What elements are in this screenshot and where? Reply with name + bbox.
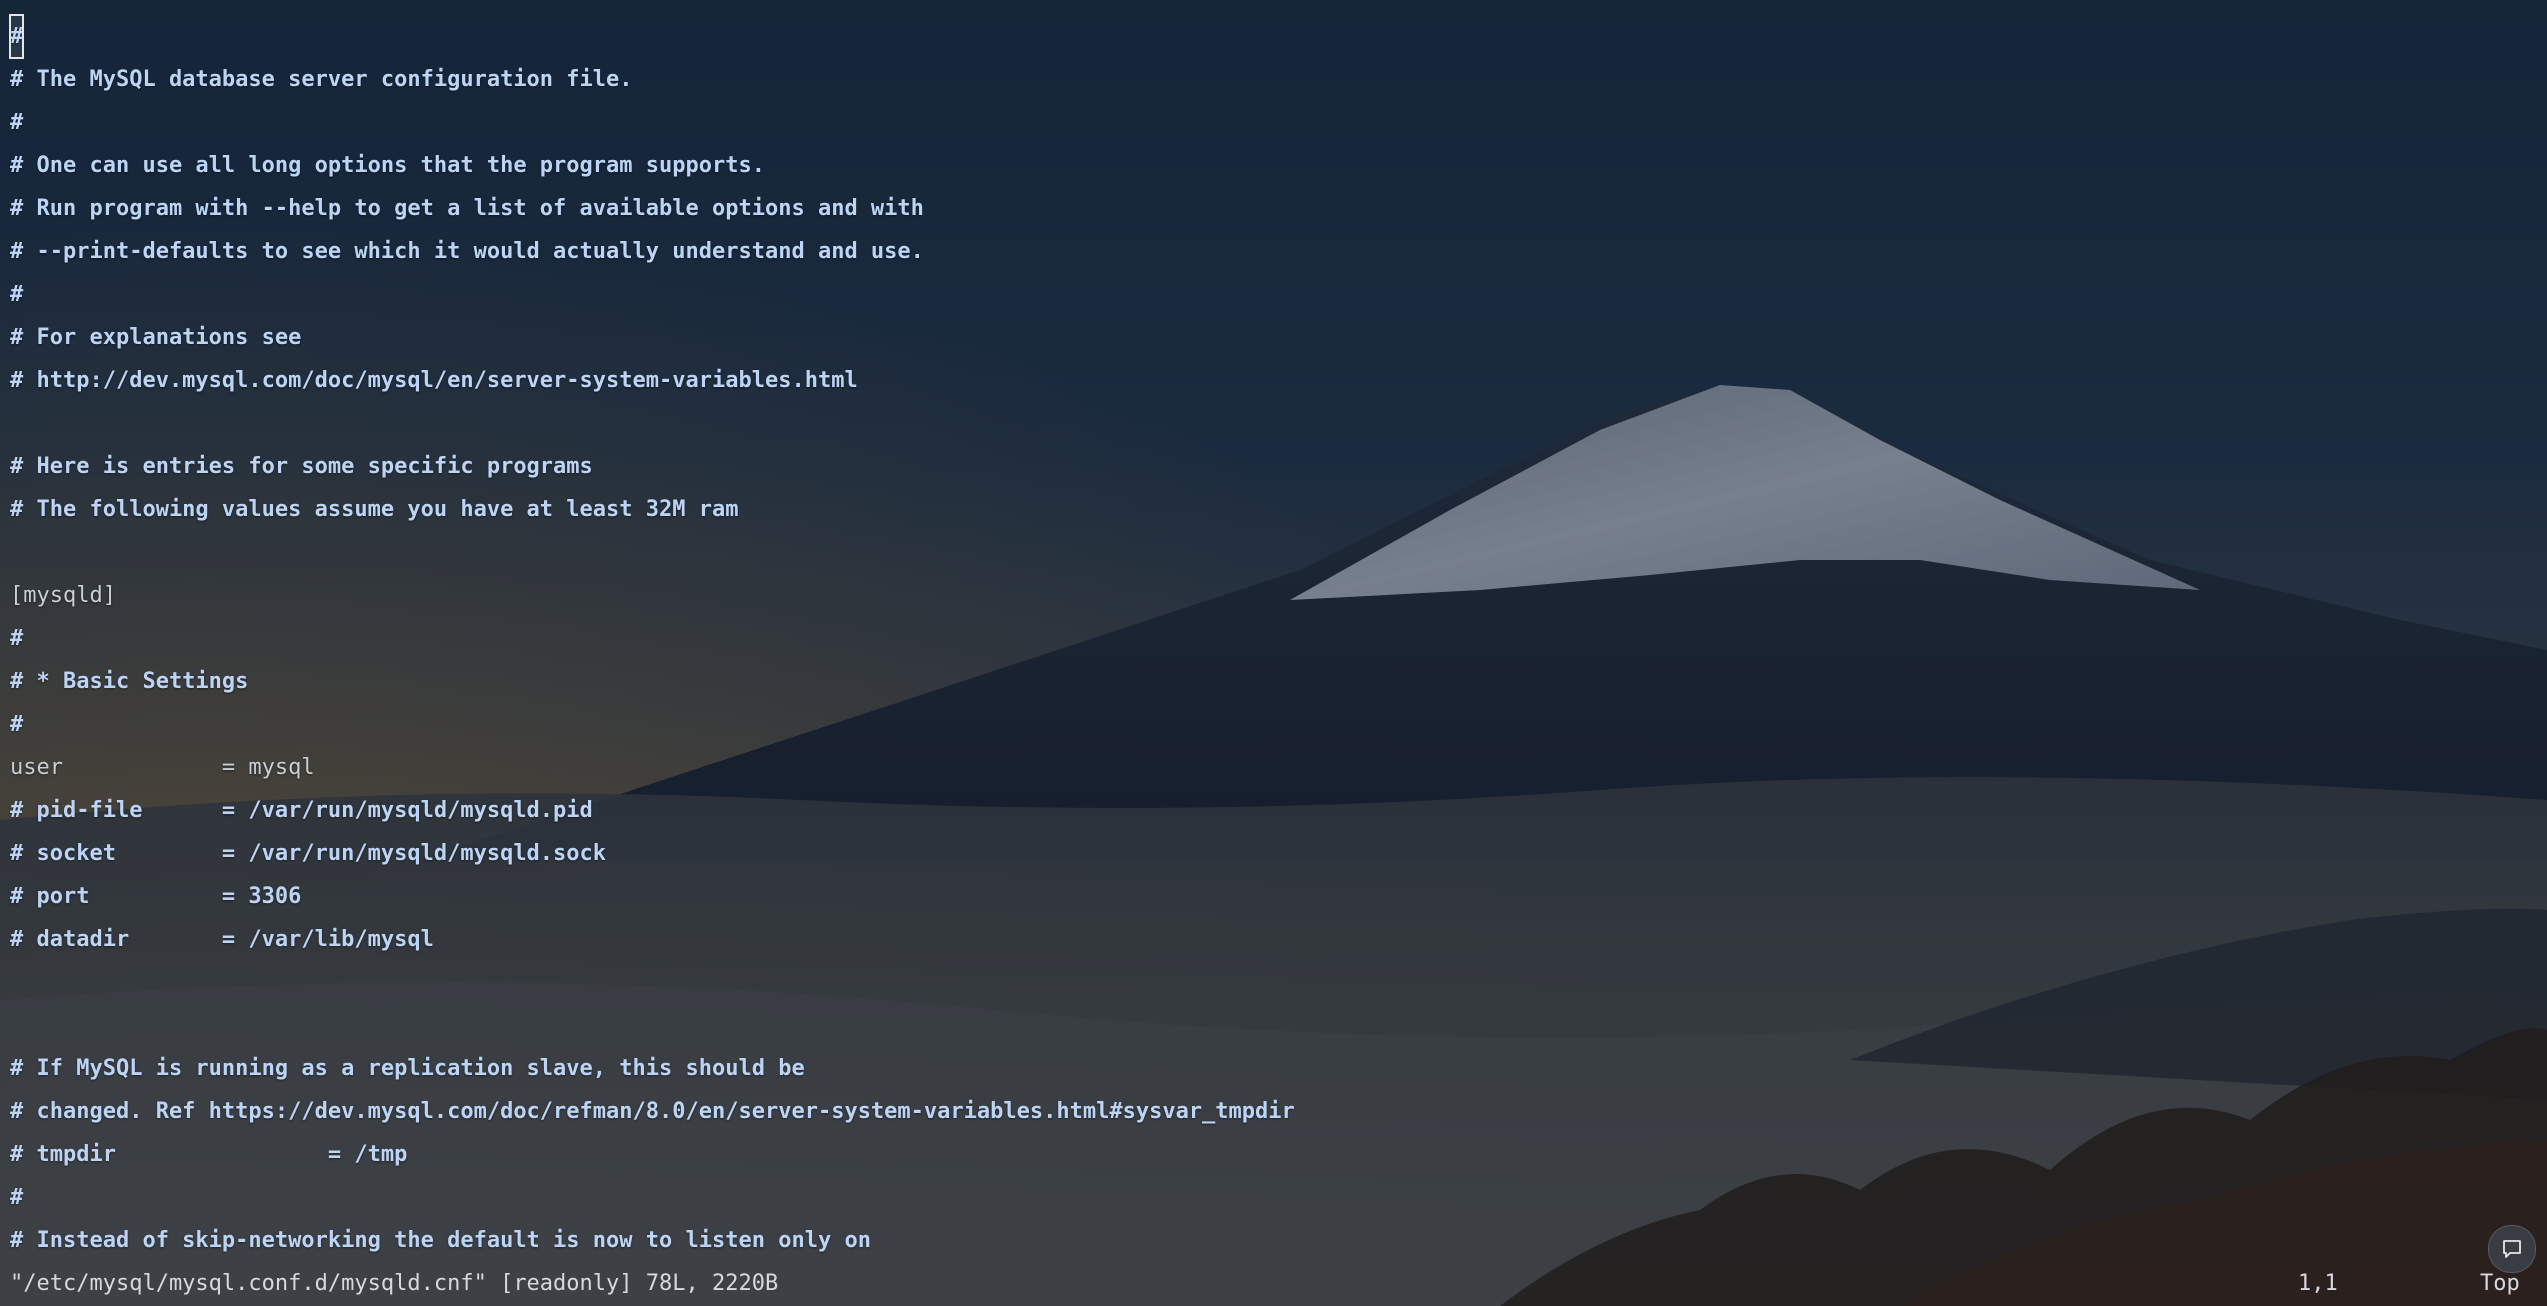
scroll-position: Top xyxy=(2480,1271,2520,1296)
editor-line[interactable]: # One can use all long options that the … xyxy=(10,144,1295,187)
editor-line[interactable] xyxy=(10,531,1295,574)
line-text: # xyxy=(10,1185,24,1210)
file-info: "/etc/mysql/mysql.conf.d/mysqld.cnf" [re… xyxy=(10,1271,779,1296)
line-text: # If MySQL is running as a replication s… xyxy=(10,1056,805,1081)
editor-line[interactable]: # xyxy=(10,1176,1295,1219)
editor-line[interactable]: # port = 3306 xyxy=(10,875,1295,918)
editor-line[interactable]: # pid-file = /var/run/mysqld/mysqld.pid xyxy=(10,789,1295,832)
editor-line[interactable]: # The following values assume you have a… xyxy=(10,488,1295,531)
editor-line[interactable]: # http://dev.mysql.com/doc/mysql/en/serv… xyxy=(10,359,1295,402)
editor-line[interactable]: # If MySQL is running as a replication s… xyxy=(10,1047,1295,1090)
editor-line[interactable]: user = mysql xyxy=(10,746,1295,789)
editor-line[interactable]: # xyxy=(8,14,1295,59)
editor-line[interactable] xyxy=(10,1004,1295,1047)
editor-line[interactable]: # * Basic Settings xyxy=(10,660,1295,703)
vim-status-line: "/etc/mysql/mysql.conf.d/mysqld.cnf" [re… xyxy=(0,1262,2547,1306)
line-text: # Run program with --help to get a list … xyxy=(10,196,924,221)
line-text: # port = 3306 xyxy=(10,884,302,909)
editor-line[interactable]: # For explanations see xyxy=(10,316,1295,359)
line-text: user = mysql xyxy=(10,755,315,780)
editor-line[interactable]: # xyxy=(10,703,1295,746)
line-text: # xyxy=(10,282,24,307)
line-text: # One can use all long options that the … xyxy=(10,153,765,178)
editor-buffer[interactable]: # # The MySQL database server configurati… xyxy=(8,14,1295,1262)
line-text: # The MySQL database server configuratio… xyxy=(10,67,633,92)
line-text: # * Basic Settings xyxy=(10,669,249,694)
editor-line[interactable]: # socket = /var/run/mysqld/mysqld.sock xyxy=(10,832,1295,875)
line-text: # xyxy=(10,626,24,651)
line-text: [mysqld] xyxy=(10,583,116,608)
editor-line[interactable]: [mysqld] xyxy=(10,574,1295,617)
chat-button[interactable] xyxy=(2488,1225,2536,1273)
cursor-position: 1,1 xyxy=(2298,1271,2338,1296)
line-text: # changed. Ref https://dev.mysql.com/doc… xyxy=(10,1099,1295,1124)
editor-line[interactable] xyxy=(10,961,1295,1004)
line-text: # pid-file = /var/run/mysqld/mysqld.pid xyxy=(10,798,593,823)
editor-line[interactable]: # tmpdir = /tmp xyxy=(10,1133,1295,1176)
editor-line[interactable]: # Instead of skip-networking the default… xyxy=(10,1219,1295,1262)
editor-line[interactable]: # --print-defaults to see which it would… xyxy=(10,230,1295,273)
vim-terminal[interactable]: # # The MySQL database server configurati… xyxy=(0,0,2547,1306)
chat-bubble-icon xyxy=(2503,1240,2521,1258)
line-text: # The following values assume you have a… xyxy=(10,497,739,522)
editor-line[interactable]: # xyxy=(10,273,1295,316)
line-text: # Instead of skip-networking the default… xyxy=(10,1228,871,1253)
line-text: # xyxy=(10,110,24,135)
line-text: # http://dev.mysql.com/doc/mysql/en/serv… xyxy=(10,368,858,393)
line-text: # xyxy=(10,712,24,737)
line-text: # For explanations see xyxy=(10,325,302,350)
line-text: # datadir = /var/lib/mysql xyxy=(10,927,434,952)
line-text: # Here is entries for some specific prog… xyxy=(10,454,593,479)
line-text: # tmpdir = /tmp xyxy=(10,1142,408,1167)
editor-line[interactable]: # xyxy=(10,617,1295,660)
line-text: # socket = /var/run/mysqld/mysqld.sock xyxy=(10,841,607,866)
editor-line[interactable]: # Run program with --help to get a list … xyxy=(10,187,1295,230)
editor-line[interactable]: # xyxy=(10,101,1295,144)
editor-line[interactable]: # Here is entries for some specific prog… xyxy=(10,445,1295,488)
editor-line[interactable]: # The MySQL database server configuratio… xyxy=(10,58,1295,101)
editor-line[interactable]: # datadir = /var/lib/mysql xyxy=(10,918,1295,961)
editor-line[interactable] xyxy=(10,402,1295,445)
text-cursor: # xyxy=(8,14,25,59)
editor-line[interactable]: # changed. Ref https://dev.mysql.com/doc… xyxy=(10,1090,1295,1133)
line-text: # --print-defaults to see which it would… xyxy=(10,239,924,264)
